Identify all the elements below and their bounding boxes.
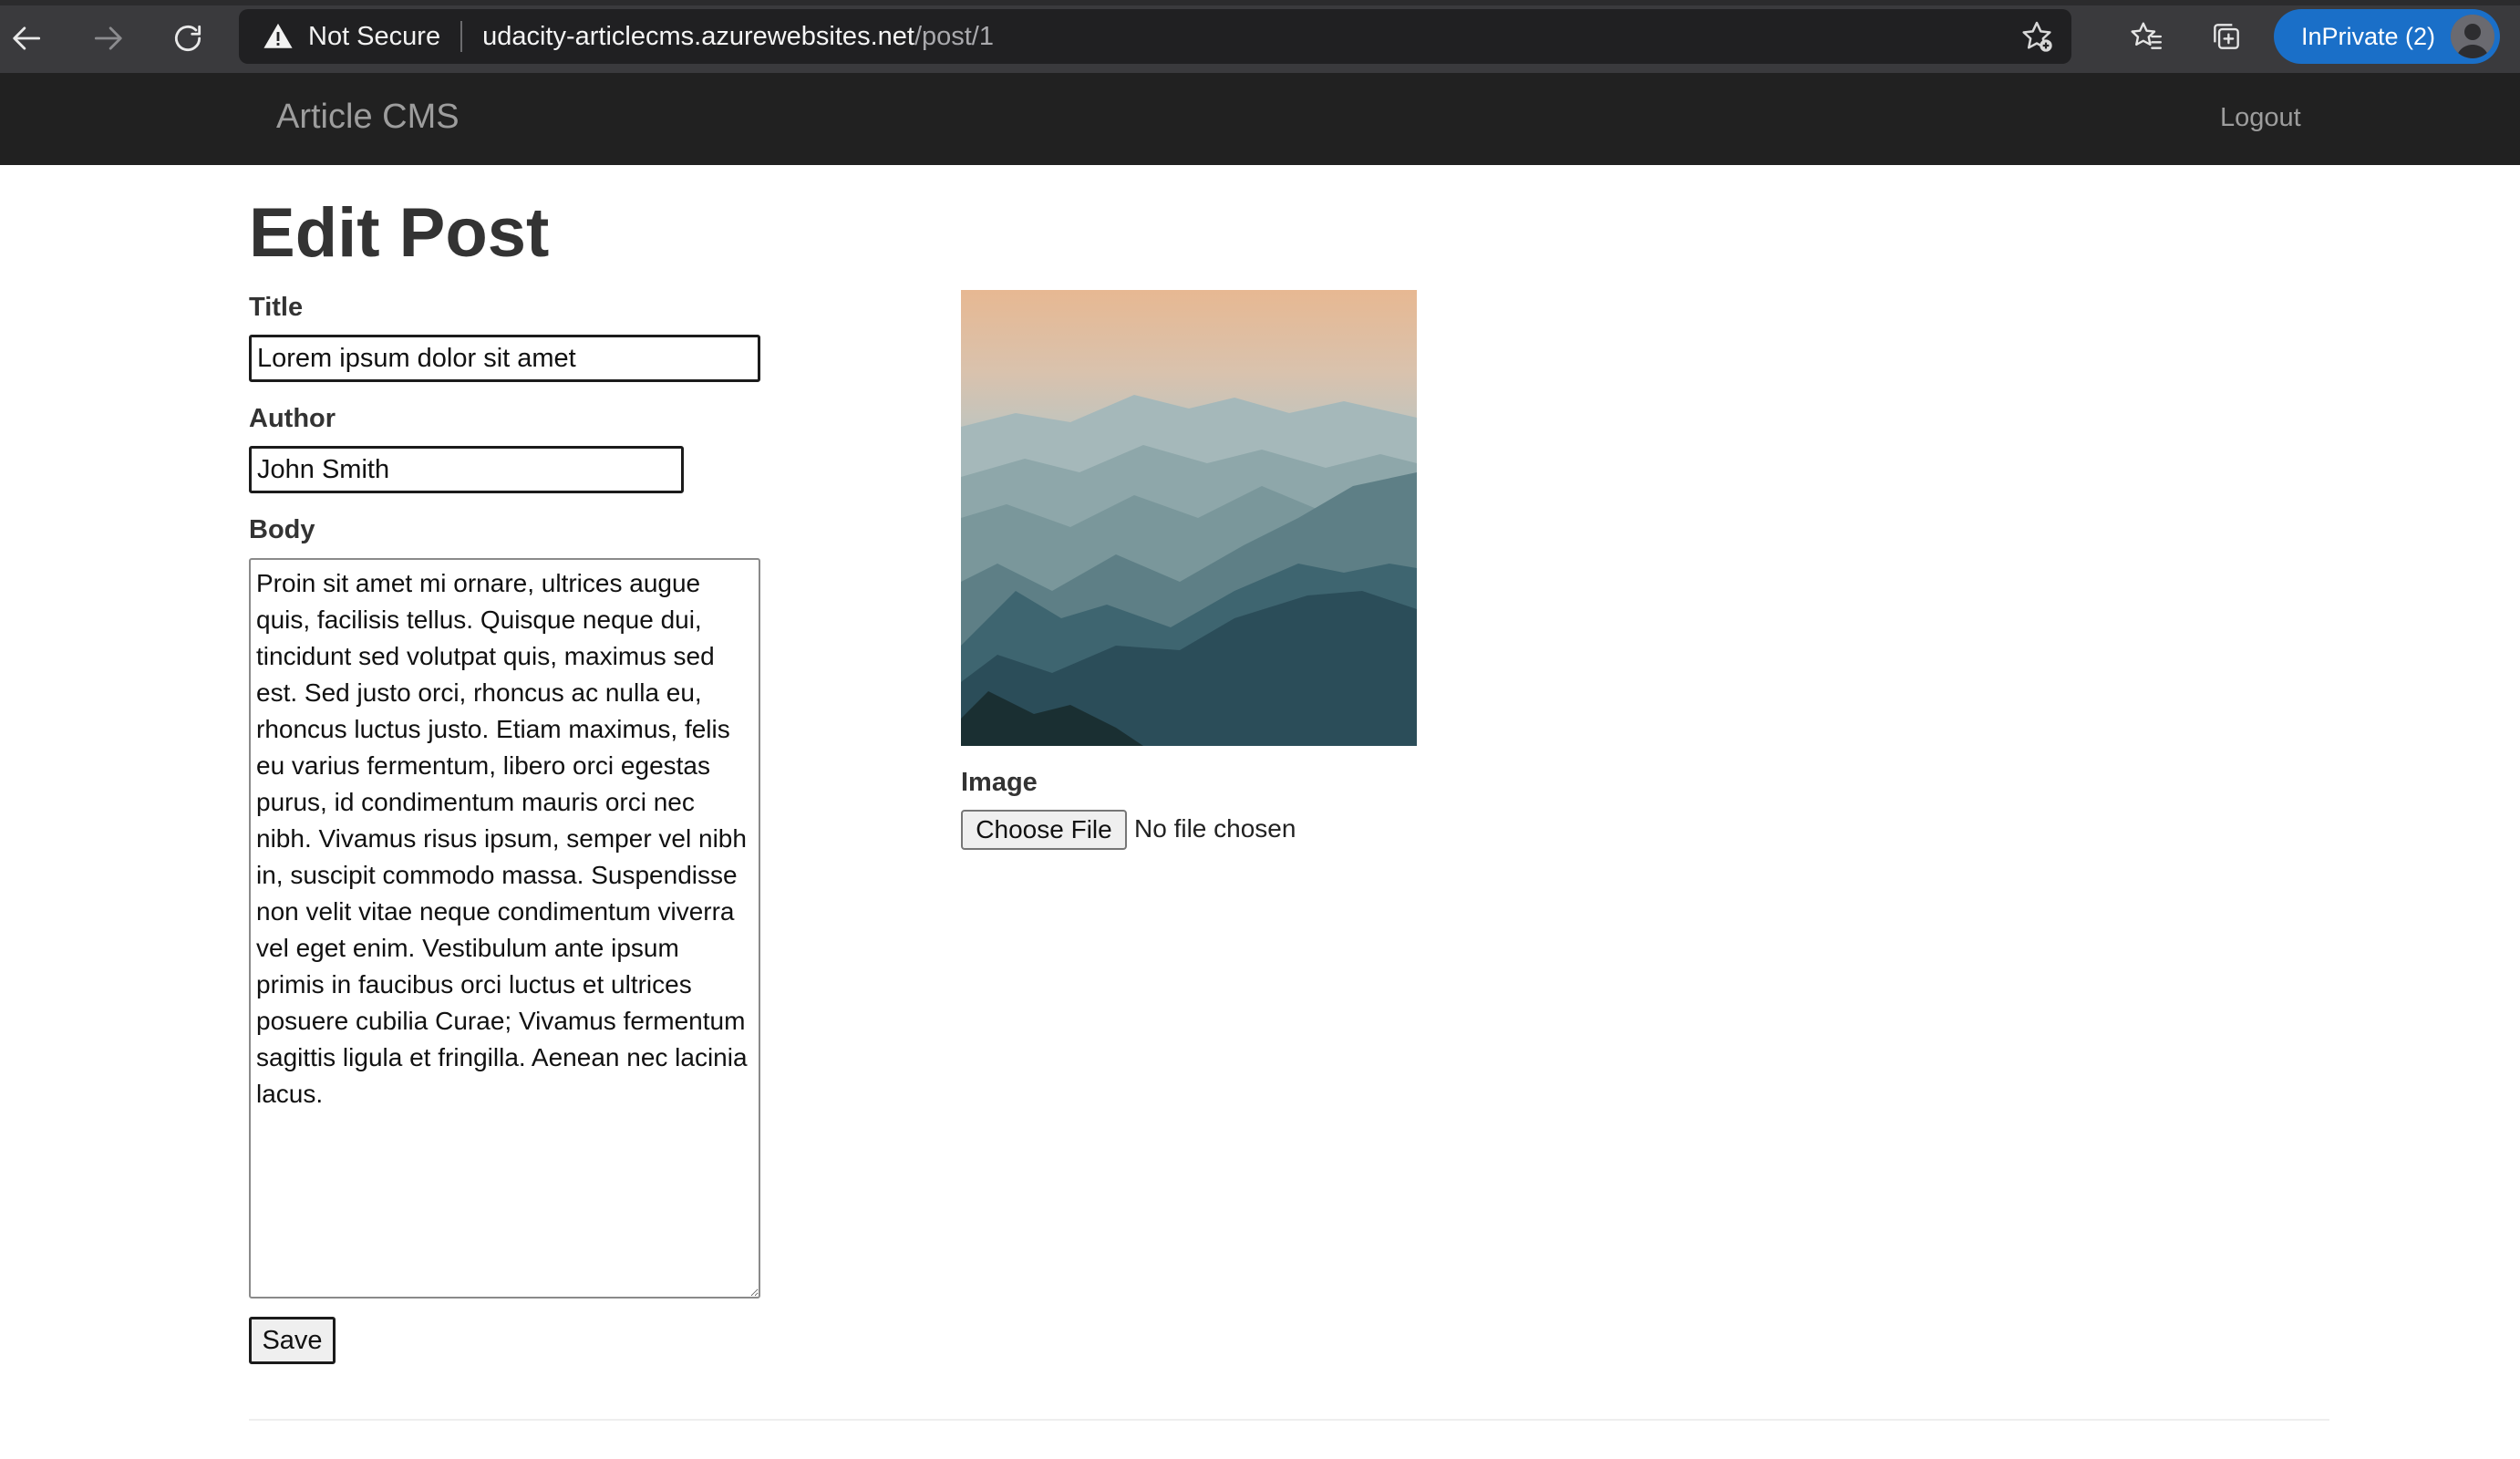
warning-icon[interactable] bbox=[263, 20, 295, 53]
refresh-button[interactable] bbox=[162, 13, 213, 64]
url-host[interactable]: udacity-articlecms.azurewebsites.net bbox=[482, 22, 914, 52]
post-image bbox=[961, 290, 1417, 746]
address-separator bbox=[460, 21, 463, 52]
back-arrow-icon bbox=[13, 26, 41, 50]
title-input[interactable] bbox=[249, 335, 760, 382]
logout-link[interactable]: Logout bbox=[2220, 103, 2301, 133]
collections-icon[interactable] bbox=[2206, 16, 2246, 57]
forward-arrow-icon bbox=[94, 26, 122, 50]
body-textarea[interactable]: Proin sit amet mi ornare, ultrices augue… bbox=[249, 558, 760, 1299]
image-label: Image bbox=[961, 768, 1038, 797]
url-path[interactable]: /post/1 bbox=[914, 22, 994, 52]
inprivate-badge[interactable]: InPrivate (2) bbox=[2274, 9, 2500, 64]
body-label: Body bbox=[249, 515, 315, 544]
back-button[interactable] bbox=[2, 13, 53, 64]
address-bar[interactable]: Not Secure udacity-articlecms.azurewebsi… bbox=[239, 9, 2071, 64]
browser-toolbar: Not Secure udacity-articlecms.azurewebsi… bbox=[0, 0, 2520, 73]
forward-button[interactable] bbox=[82, 13, 133, 64]
profile-avatar-icon[interactable] bbox=[2451, 15, 2494, 58]
security-status[interactable]: Not Secure bbox=[308, 22, 440, 52]
file-status-text: No file chosen bbox=[1134, 814, 1296, 843]
inprivate-label: InPrivate (2) bbox=[2301, 22, 2436, 50]
author-label: Author bbox=[249, 404, 336, 433]
tab-strip bbox=[0, 0, 2520, 5]
refresh-icon bbox=[174, 25, 201, 52]
page-title: Edit Post bbox=[249, 194, 550, 272]
author-input[interactable] bbox=[249, 446, 684, 493]
site-navbar: Article CMS Logout bbox=[0, 73, 2520, 165]
footer-divider bbox=[249, 1419, 2329, 1421]
brand-link[interactable]: Article CMS bbox=[276, 98, 460, 137]
title-label: Title bbox=[249, 293, 304, 322]
favorites-icon[interactable] bbox=[2126, 16, 2166, 57]
add-favorite-icon[interactable] bbox=[2019, 18, 2055, 55]
save-button[interactable]: Save bbox=[249, 1317, 336, 1364]
choose-file-button[interactable]: Choose File bbox=[961, 810, 1127, 850]
